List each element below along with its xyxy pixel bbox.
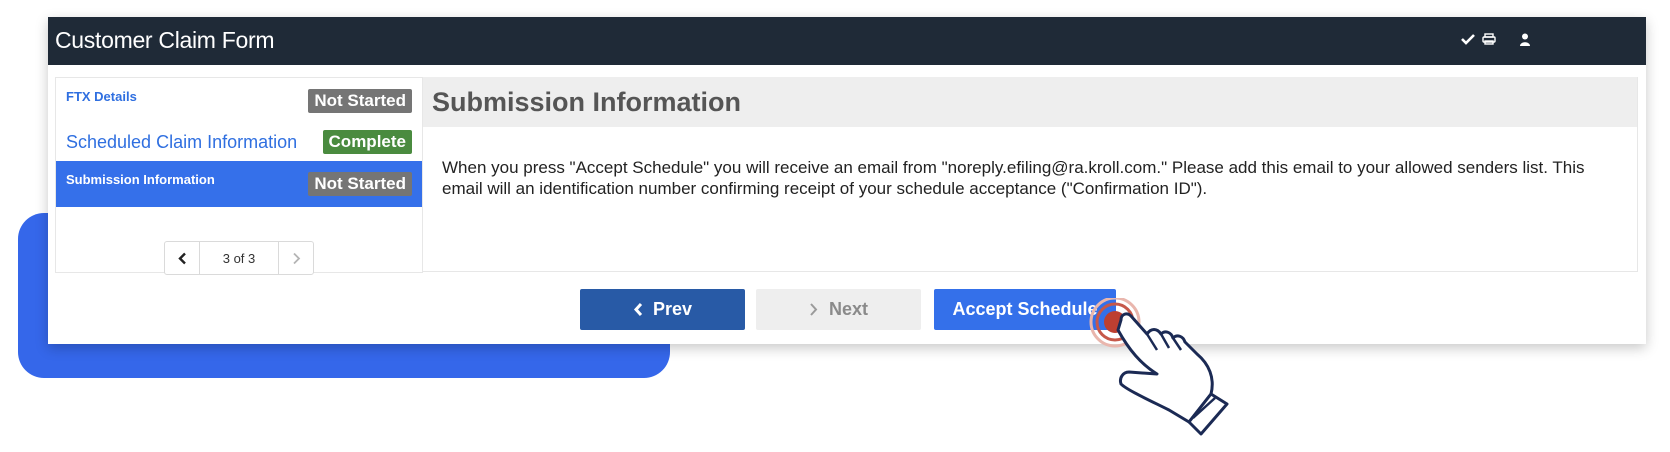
next-button[interactable]: Next — [756, 289, 921, 330]
check-icon[interactable] — [1458, 29, 1478, 49]
chevron-left-icon — [633, 302, 643, 317]
chevron-right-icon — [809, 302, 819, 317]
sidebar-item-label: FTX Details — [66, 89, 137, 104]
pager-next-button[interactable] — [279, 242, 313, 274]
window-title: Customer Claim Form — [55, 27, 275, 53]
instructions-text: When you press "Accept Schedule" you wil… — [442, 158, 1585, 198]
printer-icon[interactable] — [1479, 29, 1499, 49]
sidebar-item-label: Scheduled Claim Information — [66, 132, 298, 152]
next-button-label: Next — [828, 299, 868, 319]
claim-form-window: Customer Claim Form FTX Details Not Star… — [48, 17, 1646, 344]
pager-prev-button[interactable] — [165, 242, 199, 274]
sidebar-item-ftx-details[interactable]: FTX Details Not Started — [56, 78, 422, 122]
prev-button-label: Prev — [652, 299, 693, 319]
chevron-right-icon — [292, 252, 300, 264]
content-panel: Submission Information When you press "A… — [423, 77, 1638, 272]
status-badge: Not Started — [308, 172, 412, 196]
pager-count: 3 of 3 — [199, 242, 279, 274]
title-bar: Customer Claim Form — [48, 17, 1646, 65]
accept-schedule-label: Accept Schedule — [952, 299, 1098, 319]
sidebar-item-label: Submission Information — [66, 172, 215, 187]
page-title: Submission Information — [432, 87, 742, 117]
sidebar-pager: 3 of 3 — [164, 241, 314, 275]
sidebar-item-submission-information[interactable]: Submission Information Not Started — [56, 161, 422, 207]
click-hand-icon — [1089, 298, 1229, 436]
status-badge: Complete — [322, 130, 412, 154]
chevron-left-icon — [177, 252, 186, 264]
sidebar-item-scheduled-claim-information[interactable]: Scheduled Claim Information Complete — [56, 122, 422, 161]
prev-button[interactable]: Prev — [580, 289, 745, 330]
user-icon[interactable] — [1515, 29, 1535, 49]
section-sidebar: FTX Details Not Started Scheduled Claim … — [55, 77, 423, 275]
status-badge: Not Started — [308, 89, 412, 113]
content-header: Submission Information — [423, 77, 1637, 127]
